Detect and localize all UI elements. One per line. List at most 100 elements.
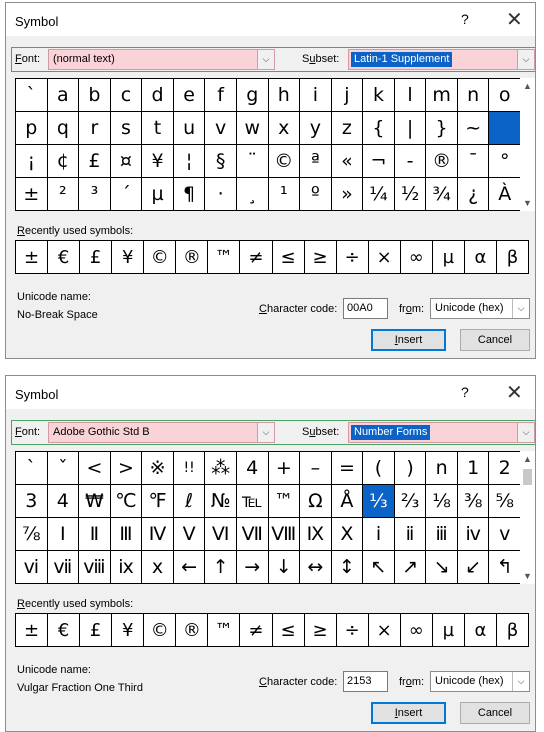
symbol-grid-scrollbar[interactable]: ▲ ▼: [520, 451, 535, 584]
chevron-down-icon[interactable]: ⌵: [517, 50, 534, 69]
symbol-cell[interactable]: »: [331, 178, 364, 211]
symbol-cell[interactable]: ¥: [142, 145, 174, 178]
recent-symbol-cell[interactable]: ≠: [240, 241, 273, 274]
symbol-cell[interactable]: ⅸ: [110, 551, 143, 584]
symbol-cell[interactable]: Ⅸ: [300, 518, 332, 551]
recent-symbol-cell[interactable]: ≥: [304, 241, 337, 274]
symbol-cell[interactable]: ™: [268, 485, 301, 518]
symbol-cell[interactable]: Ⅰ: [47, 518, 80, 551]
symbol-cell[interactable]: z: [331, 112, 364, 145]
symbol-cell[interactable]: >: [110, 452, 143, 485]
symbol-cell[interactable]: i: [300, 79, 332, 112]
symbol-cell[interactable]: y: [300, 112, 332, 145]
symbol-cell[interactable]: }: [426, 112, 458, 145]
symbol-cell[interactable]: Ⅴ: [173, 518, 206, 551]
symbol-cell[interactable]: v: [205, 112, 237, 145]
subset-dropdown[interactable]: Latin-1 Supplement ⌵: [348, 49, 535, 70]
symbol-cell[interactable]: ~: [457, 112, 490, 145]
symbol-cell[interactable]: ↓: [268, 551, 301, 584]
recent-symbol-cell[interactable]: β: [496, 241, 529, 274]
symbol-cell[interactable]: ←: [173, 551, 206, 584]
symbol-cell[interactable]: ⅳ: [457, 518, 490, 551]
symbol-cell[interactable]: Ⅳ: [142, 518, 174, 551]
symbol-cell[interactable]: ·: [205, 178, 237, 211]
symbol-cell[interactable]: ¯: [457, 145, 490, 178]
symbol-cell[interactable]: ⅜: [457, 485, 490, 518]
close-button[interactable]: ✕: [506, 7, 523, 32]
subset-dropdown[interactable]: Number Forms ⌵: [348, 422, 535, 443]
recent-symbol-cell[interactable]: β: [496, 614, 529, 647]
chevron-up-icon[interactable]: ▲: [520, 454, 535, 464]
symbol-cell[interactable]: q: [47, 112, 80, 145]
symbol-cell[interactable]: b: [79, 79, 111, 112]
chevron-down-icon[interactable]: ▼: [520, 198, 535, 208]
recent-symbol-cell[interactable]: £: [80, 241, 113, 274]
symbol-cell[interactable]: 2: [489, 452, 521, 485]
symbol-cell[interactable]: p: [16, 112, 48, 145]
symbol-cell[interactable]: ↔: [300, 551, 332, 584]
symbol-cell[interactable]: (: [363, 452, 395, 485]
symbol-cell[interactable]: ª: [300, 145, 332, 178]
recent-symbol-cell[interactable]: ≤: [272, 241, 305, 274]
symbol-cell[interactable]: -: [394, 145, 427, 178]
symbol-grid-scrollbar[interactable]: ▲ ▼: [520, 78, 535, 211]
font-dropdown[interactable]: (normal text) ⌵: [48, 49, 275, 70]
symbol-cell[interactable]: ¾: [426, 178, 458, 211]
symbol-cell[interactable]: ₩: [79, 485, 111, 518]
symbol-cell[interactable]: ℃: [110, 485, 143, 518]
symbol-cell[interactable]: ¹: [268, 178, 301, 211]
symbol-cell[interactable]: k: [363, 79, 395, 112]
symbol-cell[interactable]: ↘: [426, 551, 458, 584]
symbol-cell[interactable]: ¤: [110, 145, 143, 178]
recent-symbol-cell[interactable]: ®: [176, 614, 209, 647]
symbol-cell[interactable]: ©: [268, 145, 301, 178]
symbol-cell[interactable]: ¨: [236, 145, 269, 178]
symbol-cell[interactable]: ): [394, 452, 427, 485]
symbol-cell[interactable]: `: [16, 452, 48, 485]
symbol-cell[interactable]: –: [300, 452, 332, 485]
symbol-cell[interactable]: |: [394, 112, 427, 145]
recent-symbol-cell[interactable]: £: [80, 614, 113, 647]
symbol-cell[interactable]: w: [236, 112, 269, 145]
scrollbar-thumb[interactable]: [523, 469, 532, 485]
symbol-cell[interactable]: ¿: [457, 178, 490, 211]
symbol-cell[interactable]: №: [205, 485, 237, 518]
symbol-cell[interactable]: ⅴ: [489, 518, 521, 551]
symbol-cell[interactable]: 3: [16, 485, 48, 518]
recent-symbol-cell[interactable]: ÷: [336, 614, 369, 647]
symbol-cell[interactable]: ½: [394, 178, 427, 211]
font-dropdown[interactable]: Adobe Gothic Std B ⌵: [48, 422, 275, 443]
chevron-down-icon[interactable]: ⌵: [257, 423, 274, 442]
symbol-cell[interactable]: Ⅱ: [79, 518, 111, 551]
recent-symbol-cell[interactable]: ∞: [400, 614, 433, 647]
symbol-cell[interactable]: Å: [331, 485, 364, 518]
symbol-cell[interactable]: ¦: [173, 145, 206, 178]
symbol-cell[interactable]: ⅝: [489, 485, 521, 518]
symbol-cell[interactable]: Ⅵ: [205, 518, 237, 551]
symbol-cell[interactable]: ⅱ: [394, 518, 427, 551]
symbol-cell[interactable]: l: [394, 79, 427, 112]
recent-symbol-cell[interactable]: ±: [16, 241, 49, 274]
symbol-cell[interactable]: ℡: [236, 485, 269, 518]
symbol-cell[interactable]: ¸: [236, 178, 269, 211]
recent-symbol-cell[interactable]: ≥: [304, 614, 337, 647]
symbol-cell[interactable]: =: [331, 452, 364, 485]
symbol-cell[interactable]: §: [205, 145, 237, 178]
symbol-cell[interactable]: ´: [110, 178, 143, 211]
close-button[interactable]: ✕: [506, 380, 523, 405]
symbol-cell[interactable]: ¼: [363, 178, 395, 211]
symbol-cell[interactable]: ⅶ: [47, 551, 80, 584]
symbol-cell[interactable]: t: [142, 112, 174, 145]
from-dropdown[interactable]: Unicode (hex) ⌵: [430, 298, 530, 319]
recent-symbol-cell[interactable]: ¥: [112, 241, 145, 274]
symbol-cell[interactable]: ⅹ: [142, 551, 174, 584]
symbol-cell[interactable]: À: [489, 178, 521, 211]
recent-symbol-cell[interactable]: ×: [368, 614, 401, 647]
symbol-cell[interactable]: ⁂: [205, 452, 237, 485]
recent-symbol-cell[interactable]: ∞: [400, 241, 433, 274]
symbol-cell[interactable]: ⅰ: [363, 518, 395, 551]
recent-symbol-cell[interactable]: ×: [368, 241, 401, 274]
help-button[interactable]: ?: [461, 11, 469, 27]
help-button[interactable]: ?: [461, 384, 469, 400]
symbol-cell[interactable]: n: [457, 79, 490, 112]
